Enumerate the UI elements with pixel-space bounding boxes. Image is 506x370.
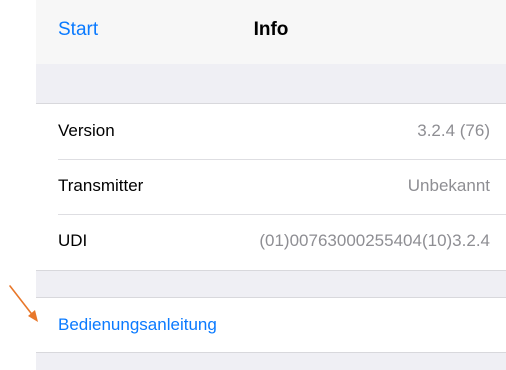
manual-group: Bedienungsanleitung bbox=[36, 297, 506, 353]
transmitter-value: Unbekannt bbox=[407, 176, 490, 195]
version-value: 3.2.4 (76) bbox=[417, 121, 490, 140]
page-title: Info bbox=[253, 19, 289, 40]
info-screen: Start Info Version 3.2.4 (76) Transmitte… bbox=[36, 0, 506, 370]
transmitter-label: Transmitter bbox=[58, 176, 144, 195]
user-manual-link[interactable]: Bedienungsanleitung bbox=[58, 315, 217, 335]
navigation-bar: Start Info bbox=[36, 0, 506, 64]
info-row-transmitter: Transmitter Unbekannt bbox=[36, 159, 506, 214]
info-row-version: Version 3.2.4 (76) bbox=[36, 104, 506, 159]
arrow-down-right-icon bbox=[9, 285, 38, 322]
screen: Start Info Version 3.2.4 (76) Transmitte… bbox=[0, 0, 506, 370]
info-row-udi: UDI (01)00763000255404(10)3.2.4 bbox=[36, 214, 506, 269]
info-group: Version 3.2.4 (76) Transmitter Unbekannt… bbox=[36, 103, 506, 271]
version-label: Version bbox=[58, 121, 115, 140]
udi-label: UDI bbox=[58, 231, 88, 250]
udi-value: (01)00763000255404(10)3.2.4 bbox=[259, 231, 490, 250]
